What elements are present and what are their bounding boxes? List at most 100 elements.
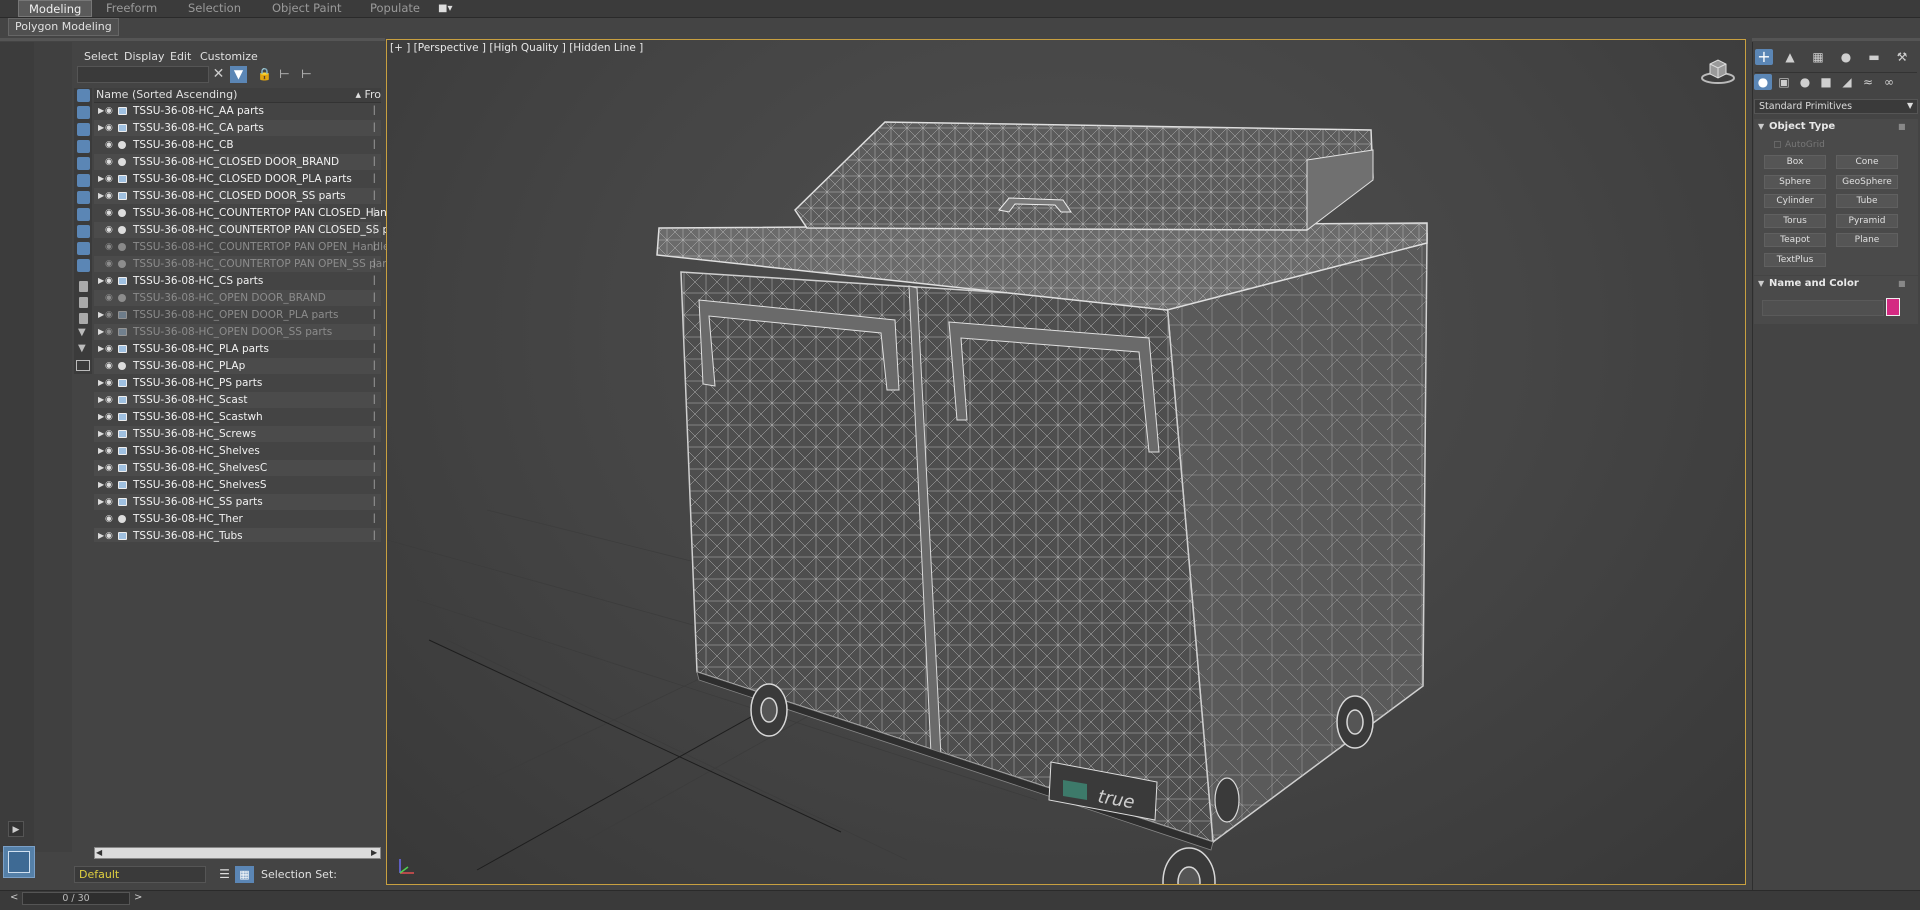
visibility-eye-icon[interactable]: ◉ (105, 443, 113, 459)
visibility-eye-icon[interactable]: ◉ (105, 188, 113, 204)
scroll-left-icon[interactable]: ◀ (96, 848, 102, 857)
frozen-toggle-icon[interactable]: ▏ (374, 477, 380, 493)
name-color-pin-icon[interactable]: ■ (1898, 279, 1906, 288)
expand-arrow-icon[interactable]: ▶ (98, 477, 104, 493)
hierarchy-icon[interactable]: ⊢ (276, 66, 293, 83)
frozen-toggle-icon[interactable]: ▏ (374, 307, 380, 323)
visibility-eye-icon[interactable]: ◉ (105, 137, 113, 153)
visibility-eye-icon[interactable]: ◉ (105, 460, 113, 476)
list-item[interactable]: ▶ ◉ TSSU-36-08-HC_OPEN DOOR_SS parts ▏ (94, 324, 381, 340)
explorer-column-header[interactable]: Name (Sorted Ascending) ▴ Fro (94, 88, 381, 103)
list-item[interactable]: ◉ TSSU-36-08-HC_PLAp ▏ (94, 358, 381, 374)
menu-display[interactable]: Display (124, 50, 165, 63)
polygon-modeling-button[interactable]: Polygon Modeling (8, 18, 119, 36)
expand-arrow-icon[interactable]: ▶ (98, 188, 104, 204)
explorer-horizontal-scrollbar[interactable] (94, 847, 381, 859)
frozen-toggle-icon[interactable]: ▏ (374, 154, 380, 170)
spacewarps-category-icon[interactable]: ≈ (1859, 74, 1877, 90)
list-item[interactable]: ▶ ◉ TSSU-36-08-HC_PS parts ▏ (94, 375, 381, 391)
visibility-eye-icon[interactable]: ◉ (105, 409, 113, 425)
camera-icon[interactable]: ■▾ (438, 0, 452, 17)
tab-populate[interactable]: Populate (370, 0, 420, 17)
visibility-eye-icon[interactable]: ◉ (105, 205, 113, 221)
visibility-eye-icon[interactable]: ◉ (105, 290, 113, 306)
visibility-eye-icon[interactable]: ◉ (105, 494, 113, 510)
list-item[interactable]: ◉ TSSU-36-08-HC_OPEN DOOR_BRAND ▏ (94, 290, 381, 306)
list-item[interactable]: ▶ ◉ TSSU-36-08-HC_PLA parts ▏ (94, 341, 381, 357)
tab-freeform[interactable]: Freeform (106, 0, 157, 17)
helpers-category-icon[interactable]: ◢ (1838, 74, 1856, 90)
sort-by-layer-icon[interactable]: ▦ (235, 866, 254, 883)
frozen-toggle-icon[interactable]: ▏ (374, 494, 380, 510)
torus-button[interactable]: Torus (1764, 214, 1826, 228)
visibility-eye-icon[interactable]: ◉ (105, 273, 113, 289)
frozen-toggle-icon[interactable]: ▏ (374, 205, 380, 221)
frozen-toggle-icon[interactable]: ▏ (374, 222, 380, 238)
visibility-eye-icon[interactable]: ◉ (105, 324, 113, 340)
object-type-title[interactable]: Object Type (1769, 121, 1835, 132)
list-item[interactable]: ▶ ◉ TSSU-36-08-HC_ShelvesC ▏ (94, 460, 381, 476)
geometry-category-icon[interactable]: ● (1754, 74, 1772, 90)
list-item[interactable]: ▶ ◉ TSSU-36-08-HC_Scast ▏ (94, 392, 381, 408)
chevron-down-icon[interactable]: ▼ (1907, 101, 1913, 110)
funnel-icon[interactable]: ▼ (78, 327, 86, 338)
cameras-category-icon[interactable]: ■ (1817, 74, 1835, 90)
expand-arrow-icon[interactable]: ▶ (98, 494, 104, 510)
lock-icon[interactable]: 🔒 (256, 66, 273, 83)
column-frozen-header[interactable]: ▴ Fro (355, 88, 381, 102)
tab-selection[interactable]: Selection (188, 0, 241, 17)
column-name-header[interactable]: Name (Sorted Ascending) (96, 88, 237, 102)
expand-arrow-icon[interactable]: ▶ (98, 375, 104, 391)
list-item[interactable]: ▶ ◉ TSSU-36-08-HC_Shelves ▏ (94, 443, 381, 459)
frozen-toggle-icon[interactable]: ▏ (374, 103, 380, 119)
explorer-search-input[interactable] (77, 66, 209, 83)
frozen-toggle-icon[interactable]: ▏ (374, 375, 380, 391)
plane-button[interactable]: Plane (1836, 233, 1898, 247)
filter-geometry-icon[interactable] (77, 89, 90, 102)
hierarchy-alt-icon[interactable]: ⊢ (298, 66, 315, 83)
cylinder-button[interactable]: Cylinder (1764, 194, 1826, 208)
list-item[interactable]: ▶ ◉ TSSU-36-08-HC_CS parts ▏ (94, 273, 381, 289)
frozen-toggle-icon[interactable]: ▏ (374, 239, 380, 255)
filter-helpers-icon[interactable] (77, 157, 90, 170)
frozen-toggle-icon[interactable]: ▏ (374, 443, 380, 459)
frozen-toggle-icon[interactable]: ▏ (374, 120, 380, 136)
list-item[interactable]: ◉ TSSU-36-08-HC_COUNTERTOP PAN CLOSED_Han… (94, 205, 403, 221)
funnel-alt-icon[interactable]: ▼ (78, 343, 86, 354)
next-frame-icon[interactable]: > (134, 892, 142, 903)
list-item[interactable]: ◉ TSSU-36-08-HC_CLOSED DOOR_BRAND ▏ (94, 154, 381, 170)
visibility-eye-icon[interactable]: ◉ (105, 239, 113, 255)
frozen-toggle-icon[interactable]: ▏ (374, 460, 380, 476)
expand-arrow-icon[interactable]: ▶ (98, 120, 104, 136)
filter-none-icon[interactable] (79, 313, 88, 324)
expand-arrow-icon[interactable]: ▶ (98, 443, 104, 459)
filter-lights-icon[interactable] (77, 123, 90, 136)
visibility-eye-icon[interactable]: ◉ (105, 307, 113, 323)
textplus-button[interactable]: TextPlus (1764, 253, 1826, 267)
visibility-eye-icon[interactable]: ◉ (105, 426, 113, 442)
list-item[interactable]: ▶ ◉ TSSU-36-08-HC_AA parts ▏ (94, 103, 381, 119)
time-slider[interactable]: 0 / 30 (22, 892, 130, 905)
list-item[interactable]: ◉ TSSU-36-08-HC_COUNTERTOP PAN CLOSED_SS … (94, 222, 409, 238)
geosphere-button[interactable]: GeoSphere (1836, 175, 1898, 189)
frozen-toggle-icon[interactable]: ▏ (374, 341, 380, 357)
menu-edit[interactable]: Edit (170, 50, 191, 63)
filter-groups-icon[interactable] (77, 191, 90, 204)
frozen-toggle-icon[interactable]: ▏ (374, 426, 380, 442)
box-button[interactable]: Box (1764, 155, 1826, 169)
systems-category-icon[interactable]: ∞ (1880, 74, 1898, 90)
visibility-eye-icon[interactable]: ◉ (105, 392, 113, 408)
list-item[interactable]: ◉ TSSU-36-08-HC_COUNTERTOP PAN OPEN_SS pa… (94, 256, 396, 272)
object-name-field[interactable] (1762, 300, 1884, 316)
visibility-eye-icon[interactable]: ◉ (105, 171, 113, 187)
list-item[interactable]: ◉ TSSU-36-08-HC_CB ▏ (94, 137, 381, 153)
expand-arrow-icon[interactable]: ▶ (98, 171, 104, 187)
filter-cameras-icon[interactable] (77, 140, 90, 153)
filter-all-icon[interactable] (79, 297, 88, 308)
expand-arrow-icon[interactable]: ▶ (98, 324, 104, 340)
lights-category-icon[interactable]: ● (1796, 74, 1814, 90)
viewcube-icon[interactable] (1700, 56, 1736, 86)
filter-bones-icon[interactable] (77, 225, 90, 238)
play-icon[interactable]: ▶ (8, 821, 24, 837)
object-color-swatch[interactable] (1886, 298, 1900, 316)
